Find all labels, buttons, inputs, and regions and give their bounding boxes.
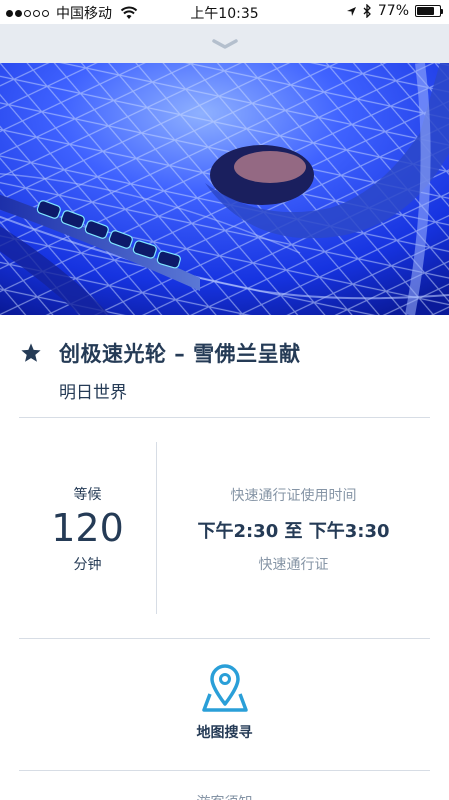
attraction-header: 创极速光轮 – 雪佛兰呈献 明日世界	[20, 338, 430, 403]
fastpass-label: 快速通行证使用时间	[230, 488, 357, 504]
attraction-photo	[0, 63, 449, 315]
wait-fastpass-panel: 等候 120 分钟 快速通行证使用时间 下午2:30 至 下午3:30 快速通行…	[19, 440, 430, 616]
wait-label: 等候	[73, 487, 102, 503]
divider	[19, 638, 430, 639]
map-pin-icon[interactable]	[201, 664, 248, 712]
fastpass-block[interactable]: 快速通行证使用时间 下午2:30 至 下午3:30 快速通行证	[157, 440, 430, 616]
wait-unit: 分钟	[73, 556, 102, 573]
map-search-label: 地图搜寻	[196, 725, 253, 741]
dismiss-handle[interactable]	[0, 24, 449, 63]
status-right: 77%	[346, 3, 443, 19]
location-arrow-icon	[346, 6, 356, 16]
fastpass-type: 快速通行证	[258, 557, 329, 573]
map-search-button[interactable]: 地图搜寻	[0, 664, 449, 742]
attraction-photo-illustration	[0, 63, 449, 315]
title-block: 创极速光轮 – 雪佛兰呈献 明日世界	[59, 338, 301, 403]
attraction-land: 明日世界	[59, 383, 127, 403]
status-bar: 中国移动 上午10:35 77%	[0, 0, 449, 24]
bluetooth-icon	[363, 4, 371, 18]
divider	[19, 417, 430, 418]
visitor-notice-heading: 游客须知	[0, 792, 449, 800]
attraction-title: 创极速光轮 – 雪佛兰呈献	[59, 342, 301, 366]
battery-icon	[415, 5, 443, 17]
wait-time-block: 等候 120 分钟	[19, 440, 156, 616]
fastpass-window: 下午2:30 至 下午3:30	[197, 521, 390, 542]
battery-percent: 77%	[377, 3, 409, 19]
battery-fill	[417, 7, 434, 15]
chevron-down-icon[interactable]	[211, 38, 239, 50]
wait-minutes: 120	[51, 506, 124, 550]
star-icon[interactable]	[20, 342, 42, 364]
divider	[19, 770, 430, 771]
